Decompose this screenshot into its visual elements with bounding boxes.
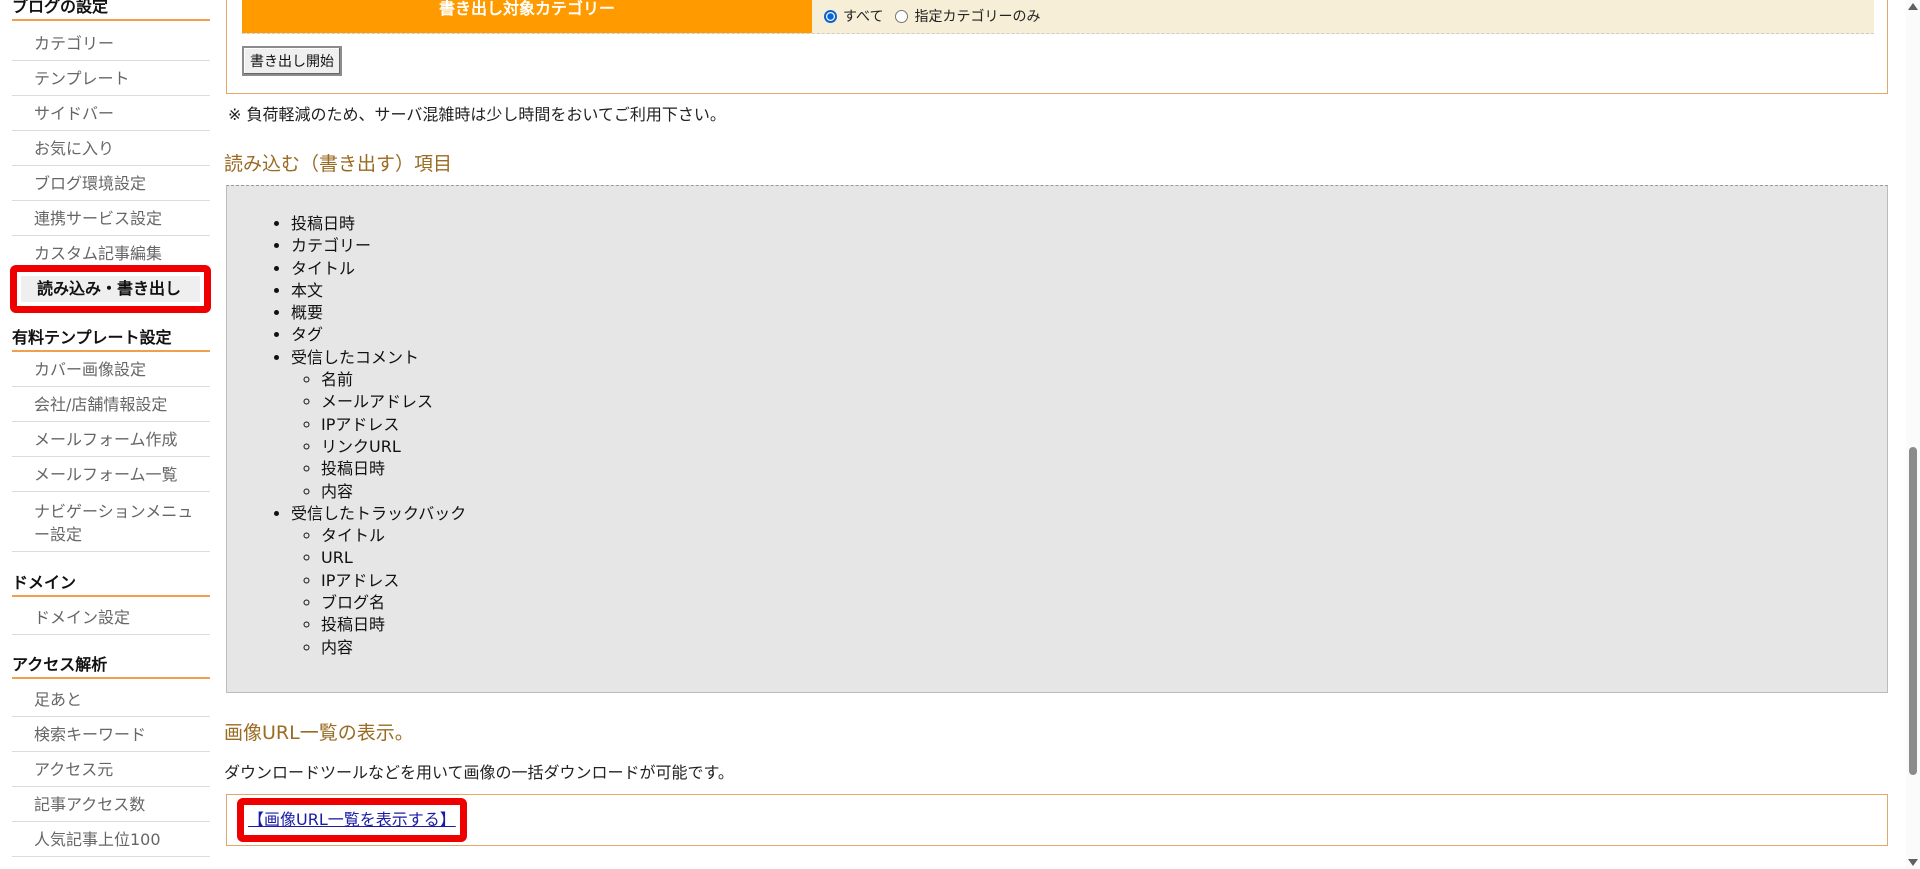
scrollbar[interactable] bbox=[1906, 0, 1920, 869]
radio-all[interactable] bbox=[824, 9, 837, 23]
list-item: リンクURL bbox=[321, 436, 466, 458]
sidebar-item-domain-settings[interactable]: ドメイン設定 bbox=[12, 601, 210, 635]
list-item: メールアドレス bbox=[321, 391, 466, 413]
sidebar-item-linked-services[interactable]: 連携サービス設定 bbox=[12, 202, 210, 236]
sidebar-item-favorites[interactable]: お気に入り bbox=[12, 132, 210, 166]
list-item: タイトル bbox=[291, 258, 466, 280]
list-item: ブログ名 bbox=[321, 592, 466, 614]
items-list: 投稿日時 カテゴリー タイトル 本文 概要 タグ 受信したコメント 名前 メール… bbox=[271, 213, 466, 659]
list-item: タグ bbox=[291, 324, 466, 346]
section-heading-blog-settings: ブログの設定 bbox=[12, 0, 210, 21]
sidebar-item-article-access[interactable]: 記事アクセス数 bbox=[12, 788, 210, 822]
list-item: 投稿日時 bbox=[321, 458, 466, 480]
radio-all-label[interactable]: すべて bbox=[843, 6, 883, 26]
list-item: タイトル bbox=[321, 525, 466, 547]
image-url-title: 画像URL一覧の表示。 bbox=[224, 722, 414, 744]
list-item: 概要 bbox=[291, 302, 466, 324]
sidebar-item-search-keywords[interactable]: 検索キーワード bbox=[12, 718, 210, 752]
load-note: ※ 負荷軽減のため、サーバ混雑時は少し時間をおいてご利用下さい。 bbox=[228, 105, 726, 124]
image-url-description: ダウンロードツールなどを用いて画像の一括ダウンロードが可能です。 bbox=[224, 763, 734, 782]
sidebar-item-label: 読み込み・書き出し bbox=[21, 276, 200, 302]
section-heading-access: アクセス解析 bbox=[12, 655, 210, 679]
scroll-thumb[interactable] bbox=[1909, 447, 1917, 775]
export-category-label: 書き出し対象カテゴリー bbox=[242, 0, 812, 33]
list-item: IPアドレス bbox=[321, 414, 466, 436]
radio-specific[interactable] bbox=[895, 9, 909, 23]
list-item: IPアドレス bbox=[321, 570, 466, 592]
items-section-title: 読み込む（書き出す）項目 bbox=[224, 153, 453, 175]
section-heading-paid-template: 有料テンプレート設定 bbox=[12, 328, 210, 352]
list-item: 投稿日時 bbox=[321, 614, 466, 636]
list-item: URL bbox=[321, 547, 466, 569]
sidebar-item-template[interactable]: テンプレート bbox=[12, 62, 210, 96]
list-item: 内容 bbox=[321, 637, 466, 659]
radio-specific-label[interactable]: 指定カテゴリーのみ bbox=[914, 6, 1040, 26]
sidebar: ブログの設定 カテゴリー テンプレート サイドバー お気に入り ブログ環境設定 … bbox=[0, 0, 211, 869]
sidebar-item-company-info[interactable]: 会社/店舗情報設定 bbox=[12, 388, 210, 422]
export-category-options: すべて 指定カテゴリーのみ bbox=[824, 6, 1040, 26]
list-item: 名前 bbox=[321, 369, 466, 391]
image-url-link-highlight: 【画像URL一覧を表示する】 bbox=[237, 798, 467, 842]
scroll-up-arrow-icon[interactable] bbox=[1908, 3, 1918, 10]
export-category-row: 書き出し対象カテゴリー すべて 指定カテゴリーのみ bbox=[242, 0, 1874, 34]
sidebar-item-category[interactable]: カテゴリー bbox=[12, 27, 210, 61]
list-item: カテゴリー bbox=[291, 235, 466, 257]
sidebar-item-top100[interactable]: 人気記事上位100 bbox=[12, 823, 210, 857]
sidebar-item-cover-image[interactable]: カバー画像設定 bbox=[12, 353, 210, 387]
list-item-comments: 受信したコメント 名前 メールアドレス IPアドレス リンクURL 投稿日時 内… bbox=[291, 347, 466, 503]
sidebar-item-mailform-create[interactable]: メールフォーム作成 bbox=[12, 423, 210, 457]
sidebar-item-footprints[interactable]: 足あと bbox=[12, 683, 210, 717]
export-start-button[interactable]: 書き出し開始 bbox=[242, 46, 342, 76]
export-panel: 書き出し対象カテゴリー すべて 指定カテゴリーのみ 書き出し開始 bbox=[226, 0, 1888, 94]
trackbacks-label: 受信したトラックバック bbox=[291, 503, 467, 523]
scroll-down-arrow-icon[interactable] bbox=[1908, 859, 1918, 866]
image-url-panel: 【画像URL一覧を表示する】 bbox=[226, 794, 1888, 846]
list-item: 本文 bbox=[291, 280, 466, 302]
list-item-trackbacks: 受信したトラックバック タイトル URL IPアドレス ブログ名 投稿日時 内容 bbox=[291, 503, 466, 659]
sidebar-item-nav-menu[interactable]: ナビゲーションメニュー設定 bbox=[12, 494, 210, 552]
sidebar-item-sidebar[interactable]: サイドバー bbox=[12, 97, 210, 131]
trackbacks-sublist: タイトル URL IPアドレス ブログ名 投稿日時 内容 bbox=[291, 525, 466, 659]
section-heading-domain: ドメイン bbox=[12, 573, 210, 597]
list-item: 内容 bbox=[321, 481, 466, 503]
list-item: 投稿日時 bbox=[291, 213, 466, 235]
sidebar-item-referrers[interactable]: アクセス元 bbox=[12, 753, 210, 787]
sidebar-item-mailform-list[interactable]: メールフォーム一覧 bbox=[12, 458, 210, 492]
sidebar-item-blog-env[interactable]: ブログ環境設定 bbox=[12, 167, 210, 201]
items-box: 投稿日時 カテゴリー タイトル 本文 概要 タグ 受信したコメント 名前 メール… bbox=[226, 185, 1888, 693]
comments-label: 受信したコメント bbox=[291, 347, 420, 367]
comments-sublist: 名前 メールアドレス IPアドレス リンクURL 投稿日時 内容 bbox=[291, 369, 466, 503]
show-image-urls-link[interactable]: 【画像URL一覧を表示する】 bbox=[248, 810, 456, 829]
sidebar-item-import-export[interactable]: 読み込み・書き出し bbox=[10, 265, 211, 313]
